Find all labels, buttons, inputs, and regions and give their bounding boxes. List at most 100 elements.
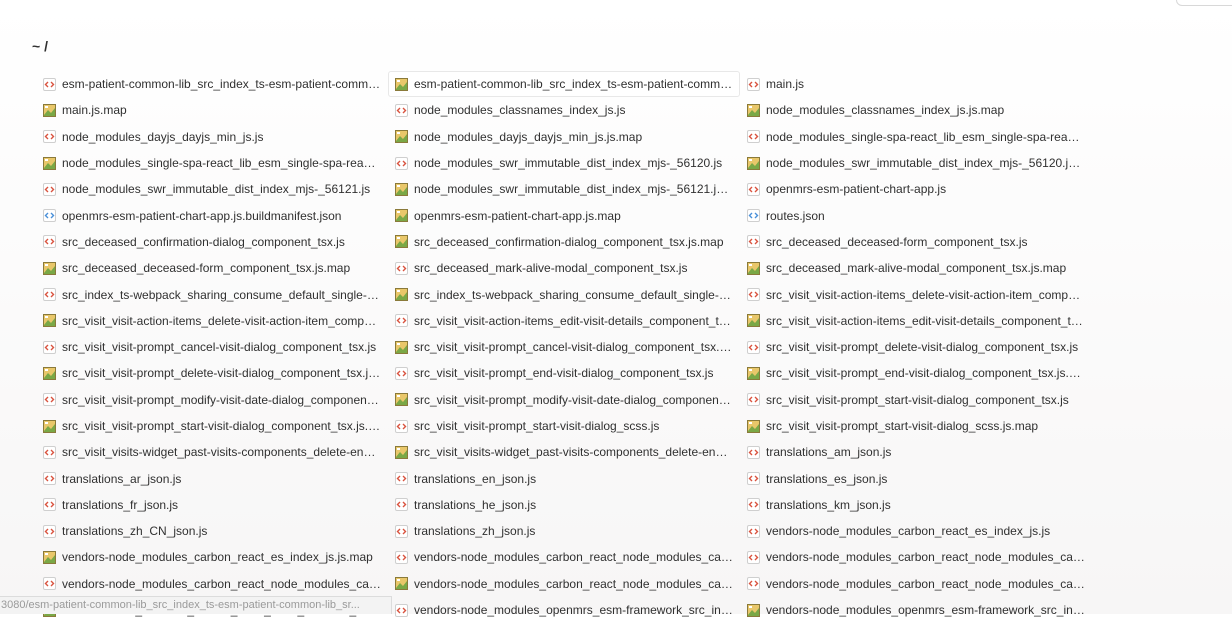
- file-item[interactable]: vendors-node_modules_openmrs_esm-framewo…: [740, 597, 1092, 623]
- file-item[interactable]: src_visit_visit-prompt_modify-visit-date…: [36, 387, 388, 413]
- file-item[interactable]: translations_zh_CN_json.js: [36, 518, 388, 544]
- file-item[interactable]: translations_ar_json.js: [36, 465, 388, 491]
- js-file-icon: [395, 498, 408, 512]
- file-name: src_deceased_confirmation-dialog_compone…: [62, 234, 345, 249]
- file-item[interactable]: translations_km_json.js: [740, 492, 1092, 518]
- file-item[interactable]: src_visit_visit-action-items_delete-visi…: [36, 308, 388, 334]
- file-item[interactable]: vendors-node_modules_carbon_react_node_m…: [36, 571, 388, 597]
- file-item[interactable]: src_deceased_mark-alive-modal_component_…: [388, 255, 740, 281]
- file-item[interactable]: src_visit_visits-widget_past-visits-comp…: [388, 439, 740, 465]
- file-item[interactable]: src_visit_visit-prompt_cancel-visit-dial…: [388, 334, 740, 360]
- js-file-icon: [395, 524, 408, 538]
- file-item[interactable]: translations_es_json.js: [740, 465, 1092, 491]
- map-file-icon: [747, 366, 760, 380]
- file-item[interactable]: src_deceased_deceased-form_component_tsx…: [740, 229, 1092, 255]
- js-file-icon: [395, 103, 408, 117]
- js-file-icon: [747, 577, 760, 591]
- file-item[interactable]: esm-patient-common-lib_src_index_ts-esm-…: [388, 71, 740, 98]
- file-item[interactable]: vendors-node_modules_carbon_react_node_m…: [388, 571, 740, 597]
- map-file-icon: [395, 182, 408, 196]
- file-item[interactable]: src_visit_visit-prompt_delete-visit-dial…: [740, 334, 1092, 360]
- file-item[interactable]: src_visit_visit-action-items_edit-visit-…: [740, 308, 1092, 334]
- file-item[interactable]: src_index_ts-webpack_sharing_consume_def…: [36, 281, 388, 307]
- file-name: src_index_ts-webpack_sharing_consume_def…: [62, 287, 381, 302]
- file-item[interactable]: main.js: [740, 71, 1092, 97]
- file-item[interactable]: src_visit_visit-prompt_start-visit-dialo…: [740, 413, 1092, 439]
- file-item[interactable]: node_modules_dayjs_dayjs_min_js.js.map: [388, 124, 740, 150]
- file-item[interactable]: vendors-node_modules_carbon_react_node_m…: [388, 544, 740, 570]
- map-file-icon: [43, 366, 56, 380]
- file-item[interactable]: node_modules_single-spa-react_lib_esm_si…: [740, 124, 1092, 150]
- file-item[interactable]: openmrs-esm-patient-chart-app.js: [740, 176, 1092, 202]
- file-item[interactable]: src_visit_visit-prompt_start-visit-dialo…: [36, 413, 388, 439]
- file-item[interactable]: src_visit_visit-prompt_cancel-visit-dial…: [36, 334, 388, 360]
- file-item[interactable]: src_deceased_mark-alive-modal_component_…: [740, 255, 1092, 281]
- file-name: src_deceased_confirmation-dialog_compone…: [414, 234, 724, 249]
- file-item[interactable]: openmrs-esm-patient-chart-app.js.buildma…: [36, 202, 388, 228]
- file-item[interactable]: vendors-node_modules_carbon_react_es_ind…: [740, 518, 1092, 544]
- file-item[interactable]: src_visit_visit-action-items_delete-visi…: [740, 281, 1092, 307]
- js-file-icon: [747, 550, 760, 564]
- file-item[interactable]: node_modules_classnames_index_js.js.map: [740, 97, 1092, 123]
- file-item[interactable]: openmrs-esm-patient-chart-app.js.map: [388, 202, 740, 228]
- file-item[interactable]: src_deceased_confirmation-dialog_compone…: [36, 229, 388, 255]
- file-name: src_visit_visit-prompt_modify-visit-date…: [414, 392, 733, 407]
- file-item[interactable]: esm-patient-common-lib_src_index_ts-esm-…: [36, 71, 388, 97]
- file-item[interactable]: main.js.map: [36, 97, 388, 123]
- file-item[interactable]: node_modules_single-spa-react_lib_esm_si…: [36, 150, 388, 176]
- file-item[interactable]: src_visit_visit-prompt_modify-visit-date…: [388, 387, 740, 413]
- file-item[interactable]: translations_am_json.js: [740, 439, 1092, 465]
- file-item[interactable]: node_modules_classnames_index_js.js: [388, 97, 740, 123]
- file-name: vendors-node_modules_carbon_react_node_m…: [414, 550, 733, 565]
- file-item[interactable]: node_modules_swr_immutable_dist_index_mj…: [740, 150, 1092, 176]
- file-name: esm-patient-common-lib_src_index_ts-esm-…: [414, 77, 733, 92]
- map-file-icon: [43, 314, 56, 328]
- file-name: src_deceased_deceased-form_component_tsx…: [766, 234, 1028, 249]
- file-item[interactable]: src_deceased_confirmation-dialog_compone…: [388, 229, 740, 255]
- file-item[interactable]: node_modules_dayjs_dayjs_min_js.js: [36, 124, 388, 150]
- breadcrumb: ~ /: [32, 38, 48, 54]
- js-file-icon: [43, 393, 56, 407]
- map-file-icon: [747, 261, 760, 275]
- js-file-icon: [747, 393, 760, 407]
- file-item[interactable]: node_modules_swr_immutable_dist_index_mj…: [388, 150, 740, 176]
- file-item[interactable]: src_visit_visits-widget_past-visits-comp…: [36, 439, 388, 465]
- file-item[interactable]: src_visit_visit-prompt_start-visit-dialo…: [388, 413, 740, 439]
- js-file-icon: [747, 77, 760, 91]
- file-name: src_visit_visit-prompt_start-visit-dialo…: [62, 419, 381, 433]
- file-name: translations_zh_json.js: [414, 524, 536, 539]
- top-right-control[interactable]: [1176, 0, 1232, 6]
- file-name: vendors-node_modules_carbon_react_node_m…: [414, 576, 733, 591]
- js-file-icon: [395, 314, 408, 328]
- file-item[interactable]: src_visit_visit-prompt_end-visit-dialog_…: [388, 360, 740, 386]
- file-item[interactable]: src_index_ts-webpack_sharing_consume_def…: [388, 281, 740, 307]
- file-item[interactable]: translations_he_json.js: [388, 492, 740, 518]
- file-item[interactable]: node_modules_swr_immutable_dist_index_mj…: [388, 176, 740, 202]
- file-item[interactable]: src_deceased_deceased-form_component_tsx…: [36, 255, 388, 281]
- js-file-icon: [43, 235, 56, 249]
- file-item[interactable]: vendors-node_modules_carbon_react_node_m…: [740, 544, 1092, 570]
- file-name: node_modules_single-spa-react_lib_esm_si…: [766, 129, 1085, 144]
- file-item[interactable]: vendors-node_modules_carbon_react_node_m…: [740, 571, 1092, 597]
- file-name: translations_zh_CN_json.js: [62, 524, 208, 539]
- file-item[interactable]: src_visit_visit-prompt_end-visit-dialog_…: [740, 360, 1092, 386]
- file-name: src_visit_visit-action-items_delete-visi…: [62, 313, 381, 328]
- file-name: vendors-node_modules_openmrs_esm-framewo…: [766, 603, 1085, 618]
- file-item[interactable]: src_visit_visit-prompt_delete-visit-dial…: [36, 360, 388, 386]
- map-file-icon: [395, 393, 408, 407]
- map-file-icon: [43, 103, 56, 117]
- file-name: translations_en_json.js: [414, 471, 537, 486]
- file-name: vendors-node_modules_carbon_react_es_ind…: [62, 550, 373, 565]
- file-item[interactable]: translations_fr_json.js: [36, 492, 388, 518]
- file-item[interactable]: src_visit_visit-action-items_edit-visit-…: [388, 308, 740, 334]
- file-name: src_visit_visit-prompt_start-visit-dialo…: [766, 419, 1039, 433]
- file-item[interactable]: translations_zh_json.js: [388, 518, 740, 544]
- file-item[interactable]: routes.json: [740, 202, 1092, 228]
- file-name: src_visit_visit-prompt_cancel-visit-dial…: [414, 340, 733, 355]
- file-item[interactable]: translations_en_json.js: [388, 465, 740, 491]
- file-item[interactable]: vendors-node_modules_carbon_react_es_ind…: [36, 544, 388, 570]
- file-item[interactable]: node_modules_swr_immutable_dist_index_mj…: [36, 176, 388, 202]
- file-item[interactable]: src_visit_visit-prompt_start-visit-dialo…: [740, 387, 1092, 413]
- status-bar-url: 3080/esm-patient-common-lib_src_index_ts…: [0, 596, 392, 614]
- file-item[interactable]: vendors-node_modules_openmrs_esm-framewo…: [388, 597, 740, 623]
